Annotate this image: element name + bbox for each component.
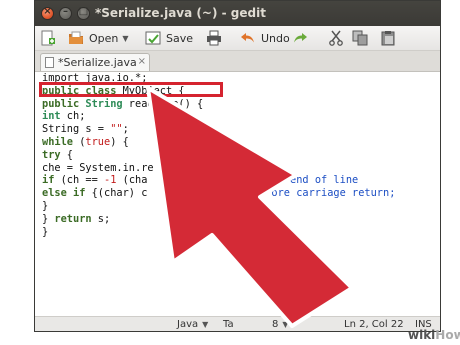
watermark: wikiHow bbox=[408, 328, 460, 342]
pointer-arrow-icon bbox=[146, 86, 354, 328]
watermark-wiki: wiki bbox=[408, 328, 436, 342]
watermark-how: How bbox=[435, 328, 460, 342]
